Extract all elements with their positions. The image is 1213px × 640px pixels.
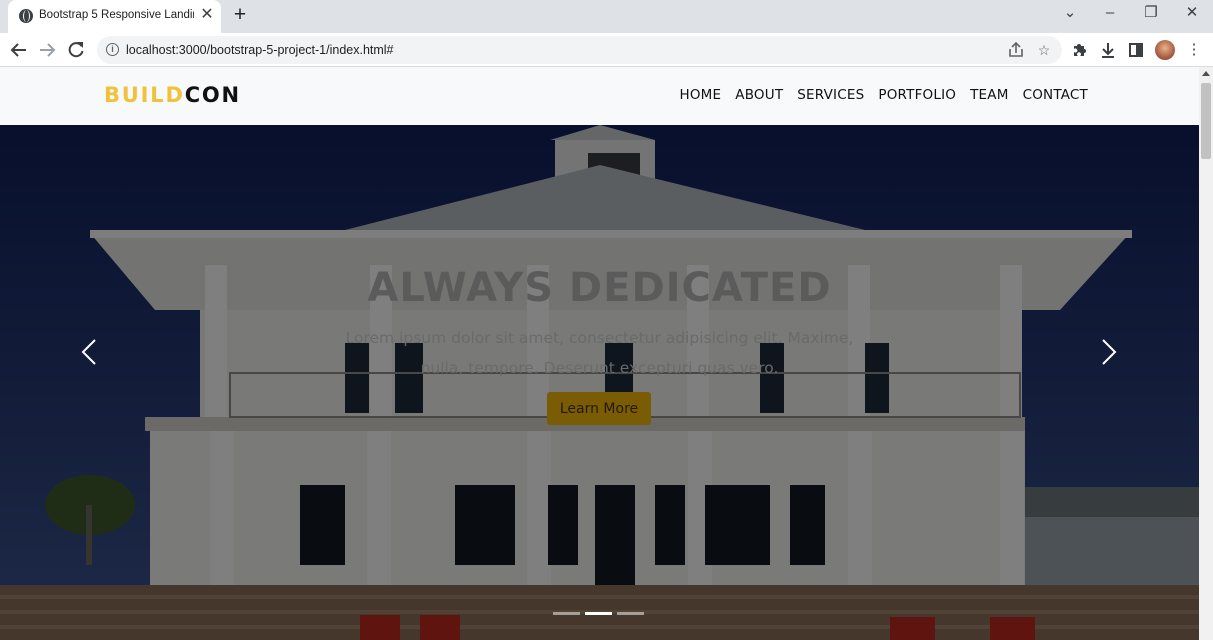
nav-link-contact[interactable]: CONTACT bbox=[1023, 87, 1088, 103]
star-icon[interactable]: ☆ bbox=[1033, 39, 1055, 61]
webpage: BUILDCON HOME ABOUT SERVICES PORTFOLIO T… bbox=[0, 67, 1199, 640]
info-icon[interactable]: i bbox=[106, 43, 119, 56]
brand-logo[interactable]: BUILDCON bbox=[104, 83, 241, 107]
side-panel-icon[interactable] bbox=[1124, 38, 1148, 62]
kebab-menu-icon[interactable]: ⋮ bbox=[1182, 38, 1206, 62]
reload-icon[interactable] bbox=[64, 38, 88, 62]
scroll-up-arrow-icon[interactable] bbox=[1202, 71, 1210, 76]
hero-text: Lorem ipsum dolor sit amet, consectetur … bbox=[345, 329, 854, 377]
page-scrollbar[interactable] bbox=[1199, 67, 1213, 640]
close-tab-icon[interactable]: ✕ bbox=[199, 7, 215, 23]
nav-link-team[interactable]: TEAM bbox=[970, 87, 1008, 103]
learn-more-button[interactable]: Learn More bbox=[547, 392, 651, 425]
restore-button[interactable]: ❐ bbox=[1131, 0, 1171, 28]
download-icon[interactable] bbox=[1096, 38, 1120, 62]
new-tab-button[interactable]: + bbox=[229, 3, 251, 27]
browser-toolbar: i localhost:3000/bootstrap-5-project-1/i… bbox=[0, 33, 1213, 67]
arrow-right-icon[interactable] bbox=[35, 38, 59, 62]
tab-search-icon[interactable]: ⌄ bbox=[1050, 0, 1090, 28]
tab-title: Bootstrap 5 Responsive Landing bbox=[39, 9, 194, 21]
minimize-button[interactable]: – bbox=[1090, 0, 1130, 28]
hero-title: ALWAYS DEDICATED bbox=[367, 265, 832, 311]
address-bar[interactable]: i localhost:3000/bootstrap-5-project-1/i… bbox=[97, 36, 1062, 64]
globe-icon bbox=[19, 9, 33, 23]
nav-link-home[interactable]: HOME bbox=[680, 87, 722, 103]
carousel-indicator-1[interactable] bbox=[553, 612, 580, 615]
site-navbar: BUILDCON HOME ABOUT SERVICES PORTFOLIO T… bbox=[0, 67, 1199, 125]
arrow-left-icon[interactable] bbox=[7, 38, 31, 62]
nav-link-services[interactable]: SERVICES bbox=[797, 87, 864, 103]
close-window-button[interactable]: ✕ bbox=[1172, 0, 1212, 28]
carousel-next-icon[interactable] bbox=[1093, 337, 1123, 367]
hero-carousel: ALWAYS DEDICATED Lorem ipsum dolor sit a… bbox=[0, 125, 1199, 640]
nav-menu: HOME ABOUT SERVICES PORTFOLIO TEAM CONTA… bbox=[680, 87, 1089, 103]
browser-tab[interactable]: Bootstrap 5 Responsive Landing ✕ bbox=[8, 0, 221, 33]
tab-strip: Bootstrap 5 Responsive Landing ✕ + ⌄ – ❐… bbox=[0, 0, 1213, 33]
puzzle-icon[interactable] bbox=[1067, 38, 1091, 62]
profile-avatar[interactable] bbox=[1155, 40, 1175, 60]
nav-link-portfolio[interactable]: PORTFOLIO bbox=[878, 87, 956, 103]
url-text[interactable]: localhost:3000/bootstrap-5-project-1/ind… bbox=[126, 43, 394, 57]
scroll-thumb[interactable] bbox=[1201, 83, 1211, 159]
nav-link-about[interactable]: ABOUT bbox=[735, 87, 783, 103]
share-icon[interactable] bbox=[1005, 39, 1027, 61]
carousel-indicator-3[interactable] bbox=[617, 612, 644, 615]
carousel-prev-icon[interactable] bbox=[75, 337, 105, 367]
carousel-indicators bbox=[553, 612, 644, 615]
carousel-indicator-2[interactable] bbox=[585, 612, 612, 615]
